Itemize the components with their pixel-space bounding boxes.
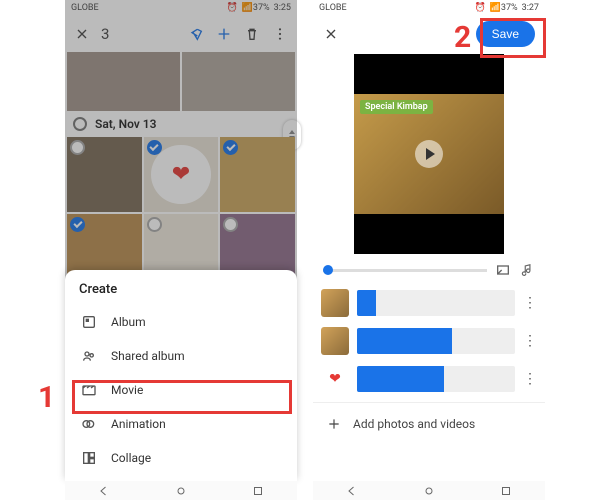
preview-frame: Special Kimbap xyxy=(354,94,504,214)
battery-label: 📶37% xyxy=(490,3,518,13)
editor-app-bar: Save xyxy=(313,16,545,52)
battery-label: 📶37% xyxy=(242,3,270,13)
aspect-ratio-icon[interactable] xyxy=(495,262,511,278)
clip-duration-bar[interactable] xyxy=(357,290,515,316)
movie-icon xyxy=(81,382,97,398)
sheet-item-animation[interactable]: Animation xyxy=(69,407,293,441)
share-icon[interactable] xyxy=(187,25,205,43)
close-icon[interactable] xyxy=(73,25,91,43)
shared-album-icon xyxy=(81,348,97,364)
close-icon[interactable] xyxy=(323,26,339,42)
clip-overflow-icon[interactable]: ⋮ xyxy=(523,372,537,386)
select-day-toggle[interactable] xyxy=(73,117,87,131)
select-toggle[interactable] xyxy=(223,140,238,155)
select-toggle[interactable] xyxy=(147,217,162,232)
sheet-item-movie[interactable]: Movie xyxy=(69,373,293,407)
select-toggle[interactable] xyxy=(70,140,85,155)
save-button[interactable]: Save xyxy=(476,21,535,47)
add-photos-label: Add photos and videos xyxy=(353,417,475,431)
plus-icon[interactable] xyxy=(215,25,233,43)
selection-app-bar: 3 xyxy=(65,16,297,52)
date-label: Sat, Nov 13 xyxy=(95,117,157,131)
selection-count: 3 xyxy=(101,25,177,43)
create-bottom-sheet: Create Album Shared album Movie Animatio… xyxy=(65,270,297,481)
album-icon xyxy=(81,314,97,330)
clip-thumb[interactable] xyxy=(321,365,349,393)
clip-thumb[interactable] xyxy=(321,327,349,355)
android-nav-bar xyxy=(65,481,297,500)
plus-icon xyxy=(327,417,341,431)
clip-row[interactable]: ⋮ xyxy=(321,284,537,322)
clip-list: ⋮ ⋮ ⋮ xyxy=(313,280,545,402)
carrier-label: GLOBE xyxy=(319,3,347,13)
scrubber-handle[interactable] xyxy=(323,265,333,275)
sheet-item-label: Collage xyxy=(111,451,151,465)
video-preview[interactable]: Special Kimbap xyxy=(354,54,504,254)
timeline-scrubber[interactable] xyxy=(323,269,487,272)
photo-gallery: Sat, Nov 13 xyxy=(65,52,297,289)
photo-thumb[interactable] xyxy=(220,137,295,212)
music-icon[interactable] xyxy=(519,262,535,278)
phone-right: GLOBE ⏰ 📶37% 3:27 Save Special Kimbap ⋮ xyxy=(313,0,545,500)
sheet-title: Create xyxy=(69,282,293,305)
recents-button[interactable] xyxy=(500,485,512,497)
preview-title-badge: Special Kimbap xyxy=(360,100,433,114)
sheet-item-label: Album xyxy=(111,315,146,329)
sheet-item-shared-album[interactable]: Shared album xyxy=(69,339,293,373)
clip-overflow-icon[interactable]: ⋮ xyxy=(523,296,537,310)
select-toggle[interactable] xyxy=(223,217,238,232)
clip-duration-bar[interactable] xyxy=(357,328,515,354)
collage-icon xyxy=(81,450,97,466)
animation-icon xyxy=(81,416,97,432)
recents-button[interactable] xyxy=(252,485,264,497)
photo-thumb[interactable] xyxy=(67,137,142,212)
clip-overflow-icon[interactable]: ⋮ xyxy=(523,334,537,348)
alarm-icon: ⏰ xyxy=(226,3,237,13)
add-photos-button[interactable]: Add photos and videos xyxy=(313,402,545,445)
photo-thumb[interactable] xyxy=(182,52,295,111)
back-button[interactable] xyxy=(346,485,358,497)
status-bar: GLOBE ⏰ 📶37% 3:25 xyxy=(65,0,297,16)
carrier-label: GLOBE xyxy=(71,3,99,13)
sheet-item-album[interactable]: Album xyxy=(69,305,293,339)
select-toggle[interactable] xyxy=(70,217,85,232)
sheet-item-label: Movie xyxy=(111,383,143,397)
home-button[interactable] xyxy=(175,485,187,497)
timeline-row xyxy=(313,254,545,280)
sheet-item-label: Shared album xyxy=(111,349,185,363)
back-button[interactable] xyxy=(98,485,110,497)
alarm-icon: ⏰ xyxy=(474,3,485,13)
trash-icon[interactable] xyxy=(243,25,261,43)
phone-left: GLOBE ⏰ 📶37% 3:25 3 S xyxy=(65,0,297,500)
photo-thumb[interactable] xyxy=(144,137,219,212)
sheet-item-collage[interactable]: Collage xyxy=(69,441,293,475)
date-header[interactable]: Sat, Nov 13 xyxy=(65,111,297,137)
clip-thumb[interactable] xyxy=(321,289,349,317)
clip-row[interactable]: ⋮ xyxy=(321,322,537,360)
clock-label: 3:27 xyxy=(522,3,539,13)
play-icon[interactable] xyxy=(415,140,443,168)
clock-label: 3:25 xyxy=(274,3,291,13)
home-button[interactable] xyxy=(423,485,435,497)
callout-label-1: 1 xyxy=(38,380,55,415)
photo-thumb[interactable] xyxy=(67,52,180,111)
clip-row[interactable]: ⋮ xyxy=(321,360,537,398)
android-nav-bar xyxy=(313,481,545,500)
status-bar: GLOBE ⏰ 📶37% 3:27 xyxy=(313,0,545,16)
sheet-item-label: Animation xyxy=(111,417,166,431)
clip-duration-bar[interactable] xyxy=(357,366,515,392)
heart-icon xyxy=(151,145,211,205)
overflow-icon[interactable] xyxy=(271,25,289,43)
